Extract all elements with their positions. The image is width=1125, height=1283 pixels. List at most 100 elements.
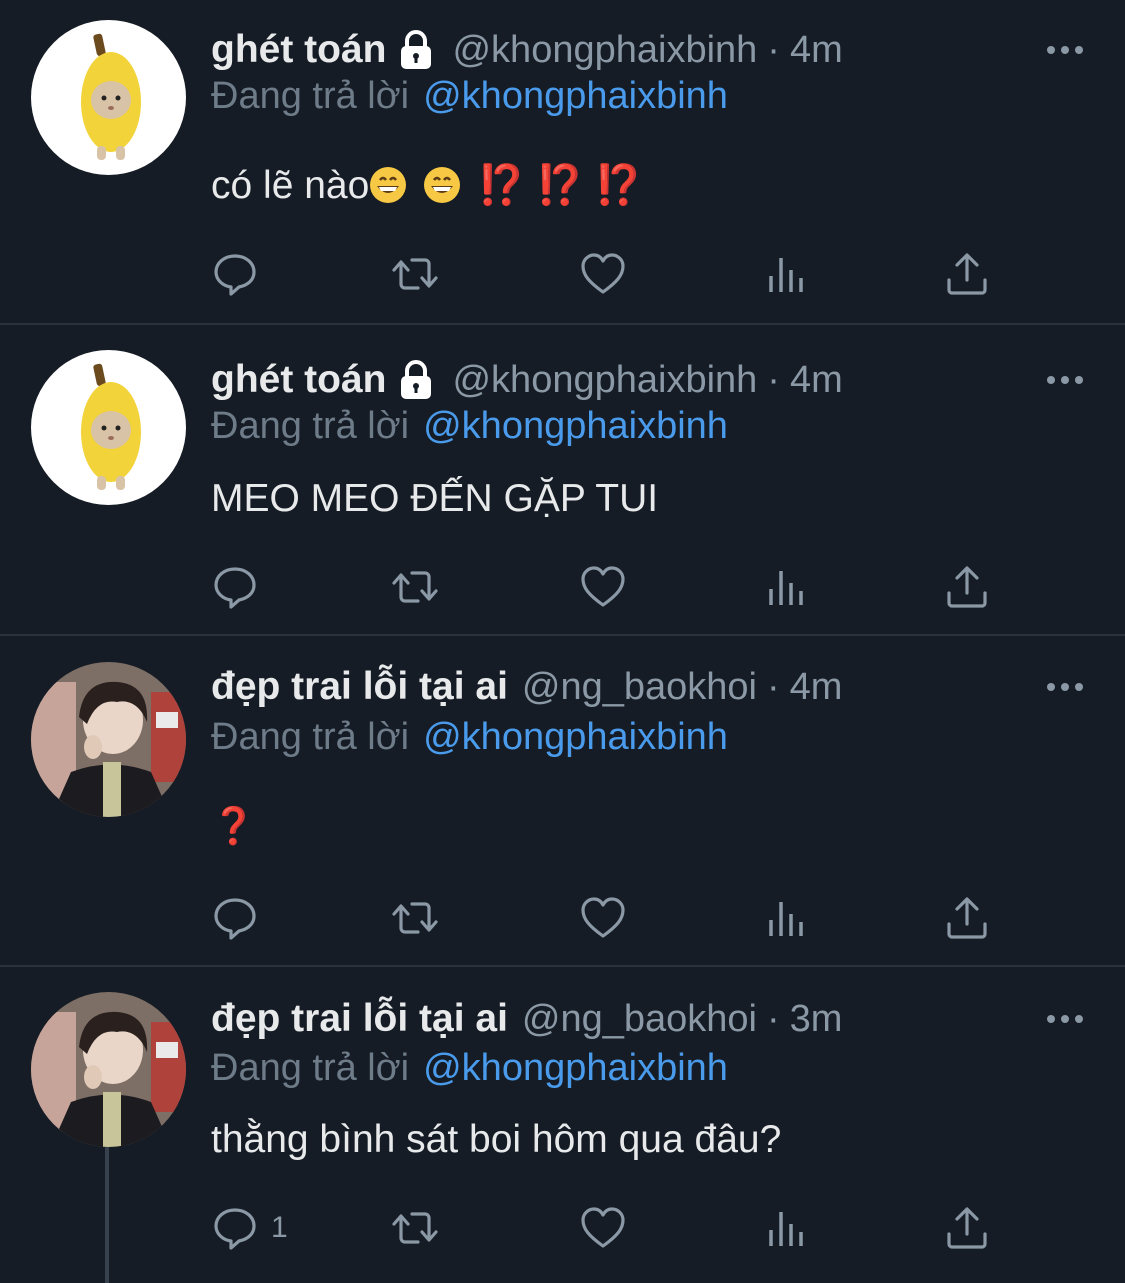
tweet[interactable]: ghét toán @khongphaixbinh · 4m Đang trả … [0, 325, 1125, 636]
replying-to-handle[interactable]: @khongphaixbinh [423, 75, 728, 117]
retweet-icon [392, 902, 438, 934]
share-button[interactable] [943, 892, 991, 944]
retweet-icon [392, 571, 438, 603]
separator-dot: · [767, 28, 780, 71]
replying-to-handle[interactable]: @khongphaixbinh [423, 1047, 728, 1089]
timestamp[interactable]: 4m [790, 29, 843, 72]
avatar-banana-cat[interactable] [31, 350, 186, 505]
tweet-text: thằng bình sát boi hôm qua đâu? [211, 1118, 782, 1161]
tweet-text: có lẽ nào ⁉️ ⁉️ ⁉️ [211, 162, 643, 208]
views-button[interactable] [763, 561, 811, 613]
heart-icon [581, 253, 625, 294]
display-name[interactable]: đẹp trai lỗi tại ai [211, 665, 508, 709]
share-button[interactable] [943, 1202, 991, 1254]
tweet-actions: 1 [211, 1202, 1001, 1254]
views-button[interactable] [763, 248, 811, 300]
reply-timeline: ghét toán @khongphaixbinh · 4m Đang trả … [0, 0, 1125, 1283]
reply-bubble-icon [214, 567, 256, 609]
tweet-actions [211, 561, 1001, 613]
tweet-text-body: có lẽ nào [211, 164, 370, 207]
heart-icon [581, 566, 625, 607]
reply-button[interactable] [211, 892, 271, 944]
like-button[interactable] [579, 1202, 627, 1254]
views-button[interactable] [763, 892, 811, 944]
share-button[interactable] [943, 561, 991, 613]
user-handle[interactable]: @khongphaixbinh [452, 359, 757, 402]
retweet-button[interactable] [391, 561, 439, 613]
more-dots-icon[interactable] [1045, 1004, 1085, 1034]
views-bars-icon [769, 258, 803, 292]
reply-bubble-icon [214, 898, 256, 940]
avatar-user-photo[interactable] [31, 662, 186, 817]
share-icon [947, 897, 987, 939]
replying-to-handle[interactable]: @khongphaixbinh [423, 405, 728, 447]
replying-to-label: Đang trả lời [211, 75, 410, 117]
tweet-actions [211, 892, 1001, 944]
replying-to-handle[interactable]: @khongphaixbinh [423, 716, 728, 758]
reply-button[interactable] [211, 248, 271, 300]
tweet-text: ❓ [211, 804, 256, 848]
reply-bubble-icon [214, 1208, 256, 1250]
retweet-button[interactable] [391, 248, 439, 300]
like-button[interactable] [579, 892, 627, 944]
share-icon [947, 566, 987, 608]
tweet-header: đẹp trai lỗi tại ai @ng_baokhoi · 3m [211, 994, 1085, 1044]
more-dots-icon[interactable] [1045, 365, 1085, 395]
user-handle[interactable]: @ng_baokhoi [522, 666, 757, 709]
more-dots-icon[interactable] [1045, 672, 1085, 702]
tweet-actions [211, 248, 1001, 300]
retweet-button[interactable] [391, 1202, 439, 1254]
replying-to: Đang trả lời @khongphaixbinh [211, 1047, 728, 1097]
lock-icon [401, 30, 432, 69]
grinning-face-emoji-icon [424, 167, 461, 203]
replying-to-label: Đang trả lời [211, 405, 410, 447]
heart-icon [581, 1207, 625, 1248]
tweet[interactable]: đẹp trai lỗi tại ai @ng_baokhoi · 3m Đan… [0, 967, 1125, 1283]
reply-button[interactable]: 1 [211, 1202, 288, 1254]
reply-bubble-icon [214, 254, 256, 296]
replying-to: Đang trả lời @khongphaixbinh [211, 405, 728, 455]
share-button[interactable] [943, 248, 991, 300]
more-dots-icon[interactable] [1045, 35, 1085, 65]
like-button[interactable] [579, 248, 627, 300]
replying-to: Đang trả lời @khongphaixbinh [211, 716, 728, 766]
avatar-user-photo[interactable] [31, 992, 186, 1147]
user-handle[interactable]: @khongphaixbinh [452, 29, 757, 72]
retweet-icon [392, 258, 438, 290]
separator-dot: · [767, 358, 780, 401]
tweet[interactable]: ghét toán @khongphaixbinh · 4m Đang trả … [0, 0, 1125, 325]
like-button[interactable] [579, 561, 627, 613]
retweet-button[interactable] [391, 892, 439, 944]
lock-icon [401, 360, 432, 399]
views-bars-icon [769, 571, 803, 605]
tweet-header: ghét toán @khongphaixbinh · 4m [211, 355, 1085, 405]
display-name[interactable]: đẹp trai lỗi tại ai [211, 997, 508, 1041]
tweet[interactable]: đẹp trai lỗi tại ai @ng_baokhoi · 4m Đan… [0, 636, 1125, 967]
reply-count: 1 [271, 1211, 288, 1244]
timestamp[interactable]: 4m [790, 359, 843, 402]
display-name[interactable]: ghét toán [211, 28, 386, 72]
interrobang-emoji: ⁉️ [477, 164, 526, 207]
share-icon [947, 253, 987, 295]
user-handle[interactable]: @ng_baokhoi [522, 998, 757, 1041]
replying-to-label: Đang trả lời [211, 716, 410, 758]
share-icon [947, 1207, 987, 1249]
separator-dot: · [767, 665, 780, 708]
avatar-banana-cat[interactable] [31, 20, 186, 175]
thread-connector-line [105, 1147, 109, 1283]
tweet-text: MEO MEO ĐẾN GẶP TUI [211, 477, 659, 520]
retweet-icon [392, 1212, 438, 1244]
views-bars-icon [769, 902, 803, 936]
interrobang-emoji: ⁉️ [535, 164, 585, 207]
interrobang-emoji: ⁉️ [594, 164, 643, 207]
display-name[interactable]: ghét toán [211, 358, 386, 402]
views-button[interactable] [763, 1202, 811, 1254]
tweet-header: ghét toán @khongphaixbinh · 4m [211, 25, 1085, 75]
heart-icon [581, 897, 625, 938]
timestamp[interactable]: 4m [790, 666, 843, 709]
red-question-mark-emoji: ❓ [211, 805, 256, 846]
timestamp[interactable]: 3m [790, 998, 843, 1041]
separator-dot: · [767, 997, 780, 1040]
grinning-face-emoji-icon [370, 167, 407, 203]
reply-button[interactable] [211, 561, 271, 613]
